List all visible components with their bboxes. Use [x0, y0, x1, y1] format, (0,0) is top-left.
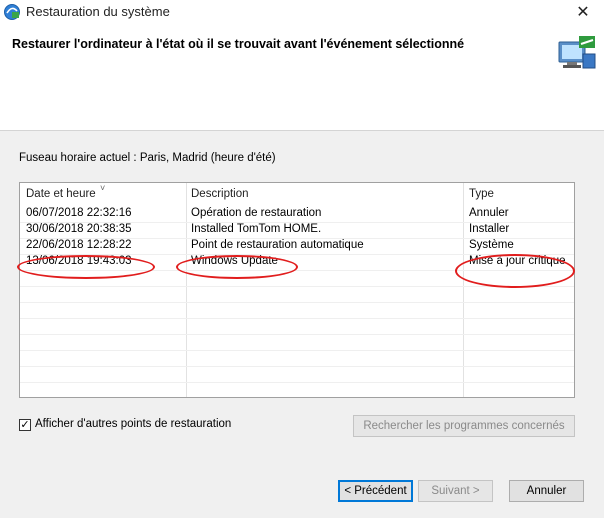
close-button[interactable]: ✕ — [566, 0, 600, 26]
cancel-button[interactable]: Annuler — [509, 480, 584, 502]
sort-chevron-icon: ˅ — [100, 183, 106, 193]
scan-programs-button[interactable]: Rechercher les programmes concernés — [353, 415, 575, 437]
empty-row — [20, 270, 574, 287]
computer-restore-icon — [558, 36, 596, 69]
table-row[interactable]: 30/06/2018 20:38:35 Installed TomTom HOM… — [20, 222, 574, 239]
column-header-type[interactable]: Type — [469, 188, 494, 200]
row-date: 06/07/2018 22:32:16 — [26, 207, 132, 219]
show-more-checkbox[interactable]: ✓ — [19, 419, 31, 431]
page-heading: Restaurer l'ordinateur à l'état où il se… — [12, 37, 465, 51]
row-type: Système — [469, 239, 514, 251]
row-type: Annuler — [469, 207, 509, 219]
row-date: 30/06/2018 20:38:35 — [26, 223, 132, 235]
table-row[interactable]: 13/06/2018 19:43:03 Windows Update Mise … — [20, 254, 574, 271]
column-header-date[interactable]: Date et heure — [26, 188, 96, 200]
row-description: Installed TomTom HOME. — [191, 223, 322, 235]
row-type: Mise à jour critique — [469, 255, 566, 267]
restore-points-list[interactable]: Date et heure ˅ Description Type 06/07/2… — [19, 182, 575, 398]
show-more-label[interactable]: Afficher d'autres points de restauration — [35, 418, 231, 430]
row-description: Windows Update — [191, 255, 278, 267]
checkmark-icon: ✓ — [20, 419, 30, 431]
row-date: 22/06/2018 12:28:22 — [26, 239, 132, 251]
back-button[interactable]: < Précédent — [338, 480, 413, 502]
header-area: Restaurer l'ordinateur à l'état où il se… — [0, 26, 604, 130]
list-header: Date et heure ˅ Description Type — [20, 183, 574, 203]
row-date: 13/06/2018 19:43:03 — [26, 255, 132, 267]
empty-row — [20, 366, 574, 383]
empty-row — [20, 302, 574, 319]
title-bar: Restauration du système ✕ — [0, 0, 604, 26]
row-description: Point de restauration automatique — [191, 239, 364, 251]
empty-row — [20, 286, 574, 303]
window-title: Restauration du système — [26, 4, 170, 19]
next-button[interactable]: Suivant > — [418, 480, 493, 502]
column-header-description[interactable]: Description — [191, 188, 249, 200]
row-type: Installer — [469, 223, 510, 235]
table-row[interactable]: 06/07/2018 22:32:16 Opération de restaur… — [20, 206, 574, 223]
timezone-label: Fuseau horaire actuel : Paris, Madrid (h… — [19, 152, 276, 164]
empty-row — [20, 318, 574, 335]
table-row[interactable]: 22/06/2018 12:28:22 Point de restauratio… — [20, 238, 574, 255]
empty-row — [20, 350, 574, 367]
close-icon: ✕ — [576, 4, 590, 21]
system-restore-icon — [4, 4, 20, 20]
row-description: Opération de restauration — [191, 207, 322, 219]
empty-row — [20, 334, 574, 351]
